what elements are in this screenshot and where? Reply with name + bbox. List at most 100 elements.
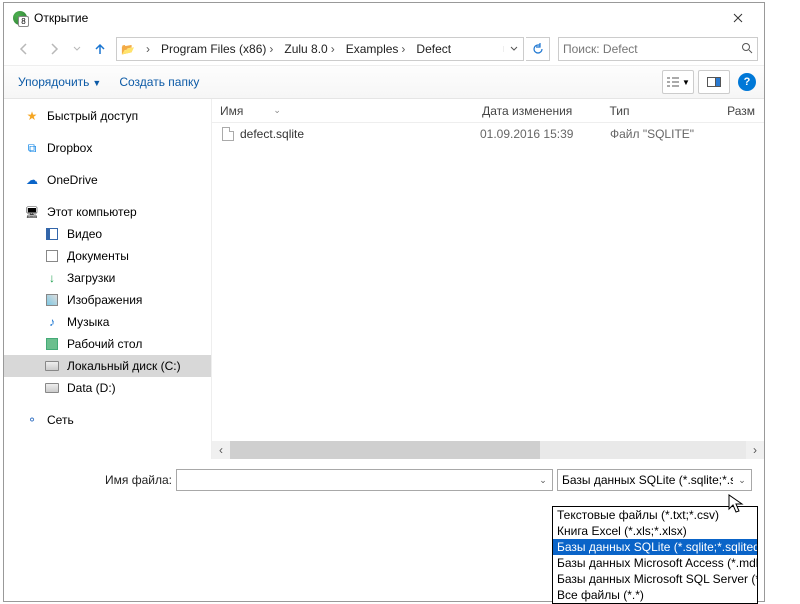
view-mode-button[interactable]: ▼ (662, 70, 694, 94)
sidebar-item-label: Рабочий стол (67, 337, 142, 351)
file-type: Файл "SQLITE" (610, 127, 740, 141)
filter-selected-text: Базы данных SQLite (*.sqlite;*.s (562, 473, 733, 487)
search-box[interactable] (558, 37, 758, 61)
app-icon (12, 10, 28, 26)
preview-pane-button[interactable] (698, 70, 730, 94)
pc-icon (24, 204, 40, 220)
col-type[interactable]: Тип (602, 99, 720, 123)
crumb-segment[interactable]: Defect (412, 38, 455, 60)
filter-option[interactable]: Все файлы (*.*) (553, 587, 757, 603)
filename-combobox[interactable]: ⌄ (176, 469, 553, 491)
filename-label: Имя файла: (64, 473, 172, 487)
disk-icon (44, 358, 60, 374)
up-button[interactable] (86, 36, 114, 62)
col-size[interactable]: Разм (719, 99, 764, 123)
crumb-segment[interactable]: Zulu 8.0› (280, 38, 341, 60)
close-button[interactable] (718, 4, 758, 32)
sidebar-data-d[interactable]: Data (D:) (4, 377, 211, 399)
sidebar-item-label: Документы (67, 249, 129, 263)
file-icon (212, 127, 240, 141)
scroll-thumb[interactable] (230, 441, 540, 459)
scroll-right-icon[interactable]: › (746, 441, 764, 459)
disk-icon (44, 380, 60, 396)
file-list[interactable]: defect.sqlite 01.09.2016 15:39 Файл "SQL… (212, 123, 764, 441)
sidebar-local-disk-c[interactable]: Локальный диск (C:) (4, 355, 211, 377)
filter-option[interactable]: Базы данных Microsoft SQL Server (*.mdf) (553, 571, 757, 587)
organize-button[interactable]: Упорядочить▼ (12, 71, 107, 93)
titlebar: Открытие (4, 3, 764, 33)
refresh-button[interactable] (526, 37, 550, 61)
pictures-icon (44, 292, 60, 308)
sidebar-item-label: Видео (67, 227, 102, 241)
help-button[interactable]: ? (738, 73, 756, 91)
sidebar-network[interactable]: Сеть (4, 409, 211, 431)
scroll-track[interactable] (230, 441, 746, 459)
sidebar-videos[interactable]: Видео (4, 223, 211, 245)
filter-option[interactable]: Текстовые файлы (*.txt;*.csv) (553, 507, 757, 523)
filter-option[interactable]: Базы данных SQLite (*.sqlite;*.sqlitedb) (553, 539, 757, 555)
history-dropdown[interactable] (70, 36, 84, 62)
sidebar-dropbox[interactable]: Dropbox (4, 137, 211, 159)
address-dropdown[interactable] (503, 46, 523, 52)
filename-input[interactable] (177, 473, 534, 487)
sort-indicator-icon: ⌄ (273, 105, 281, 116)
file-panel: Имя⌄ Дата изменения Тип Разм defect.sqli… (212, 99, 764, 459)
dropbox-icon (24, 140, 40, 156)
sidebar-item-label: Сеть (47, 413, 74, 427)
document-icon (44, 248, 60, 264)
sidebar-item-label: Этот компьютер (47, 205, 137, 219)
forward-button[interactable] (40, 36, 68, 62)
filter-option[interactable]: Книга Excel (*.xls;*.xlsx) (553, 523, 757, 539)
crumb-segment[interactable]: Examples› (342, 38, 413, 60)
window-title: Открытие (34, 11, 718, 25)
download-icon (44, 270, 60, 286)
sidebar-desktop[interactable]: Рабочий стол (4, 333, 211, 355)
col-date[interactable]: Дата изменения (474, 99, 601, 123)
address-bar[interactable]: › Program Files (x86)› Zulu 8.0› Example… (116, 37, 524, 61)
file-date: 01.09.2016 15:39 (480, 127, 610, 141)
navbar: › Program Files (x86)› Zulu 8.0› Example… (4, 33, 764, 65)
sidebar-downloads[interactable]: Загрузки (4, 267, 211, 289)
filter-option[interactable]: Базы данных Microsoft Access (*.mdb;*.ac… (553, 555, 757, 571)
bottom-panel: Имя файла: ⌄ Базы данных SQLite (*.sqlit… (4, 459, 764, 503)
sidebar-item-label: Data (D:) (67, 381, 116, 395)
file-row[interactable]: defect.sqlite 01.09.2016 15:39 Файл "SQL… (212, 123, 764, 145)
scroll-left-icon[interactable]: ‹ (212, 441, 230, 459)
sidebar-pictures[interactable]: Изображения (4, 289, 211, 311)
toolbar: Упорядочить▼ Создать папку ▼ ? (4, 65, 764, 99)
music-icon (44, 314, 60, 330)
search-icon[interactable] (741, 42, 753, 57)
filter-dropdown-icon[interactable]: ⌄ (733, 475, 751, 486)
sidebar-item-label: Локальный диск (C:) (67, 359, 181, 373)
column-headers: Имя⌄ Дата изменения Тип Разм (212, 99, 764, 123)
search-input[interactable] (563, 42, 741, 56)
sidebar-onedrive[interactable]: OneDrive (4, 169, 211, 191)
filename-dropdown-icon[interactable]: ⌄ (534, 475, 552, 486)
sidebar-item-label: OneDrive (47, 173, 98, 187)
horizontal-scrollbar[interactable]: ‹ › (212, 441, 764, 459)
sidebar-item-label: Dropbox (47, 141, 92, 155)
back-button[interactable] (10, 36, 38, 62)
sidebar-item-label: Загрузки (67, 271, 115, 285)
file-name: defect.sqlite (240, 127, 480, 141)
sidebar-item-label: Быстрый доступ (47, 109, 138, 123)
sidebar-music[interactable]: Музыка (4, 311, 211, 333)
crumb-chevron[interactable]: › (139, 38, 157, 60)
sidebar-item-label: Изображения (67, 293, 142, 307)
desktop-icon (44, 336, 60, 352)
body: Быстрый доступ Dropbox OneDrive Этот ком… (4, 99, 764, 459)
sidebar-documents[interactable]: Документы (4, 245, 211, 267)
sidebar-item-label: Музыка (67, 315, 109, 329)
folder-icon (117, 42, 139, 56)
filetype-filter[interactable]: Базы данных SQLite (*.sqlite;*.s ⌄ (557, 469, 752, 491)
new-folder-button[interactable]: Создать папку (113, 71, 205, 93)
sidebar-this-pc[interactable]: Этот компьютер (4, 201, 211, 223)
crumb-segment[interactable]: Program Files (x86)› (157, 38, 280, 60)
sidebar: Быстрый доступ Dropbox OneDrive Этот ком… (4, 99, 212, 459)
filetype-dropdown-list[interactable]: Текстовые файлы (*.txt;*.csv)Книга Excel… (552, 506, 758, 604)
network-icon (24, 412, 40, 428)
video-icon (44, 226, 60, 242)
sidebar-quick-access[interactable]: Быстрый доступ (4, 105, 211, 127)
col-name[interactable]: Имя⌄ (212, 99, 474, 123)
star-icon (24, 108, 40, 124)
